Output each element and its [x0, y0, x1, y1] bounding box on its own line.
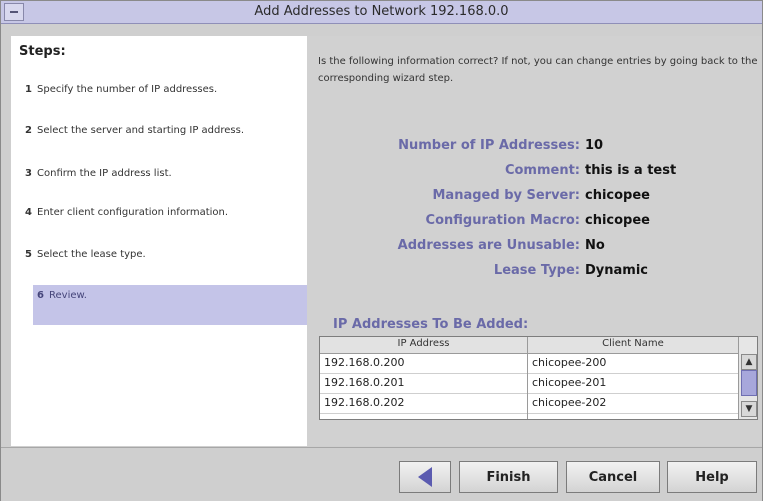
table-row[interactable]: 192.168.0.200 chicopee-200 [320, 354, 738, 374]
window-title: Add Addresses to Network 192.168.0.0 [254, 4, 509, 19]
field-label: Number of IP Addresses: [398, 138, 580, 153]
finish-button[interactable]: Finish [459, 461, 558, 493]
client-cell: chicopee-202 [532, 396, 607, 409]
field-label: Lease Type: [493, 263, 580, 278]
step-label: Select the server and starting IP addres… [37, 125, 245, 136]
step-label: Confirm the IP address list. [37, 168, 172, 179]
ip-cell: 192.168.0.202 [324, 396, 405, 409]
step-label: Review. [49, 290, 87, 301]
steps-panel: Steps: 1 Specify the number of IP addres… [11, 36, 307, 446]
wizard-window: Add Addresses to Network 192.168.0.0 Ste… [0, 0, 763, 501]
cancel-button[interactable]: Cancel [566, 461, 660, 493]
ip-list-heading: IP Addresses To Be Added: [333, 317, 529, 332]
field-value: 10 [585, 138, 604, 153]
step-number: 6 [37, 290, 44, 301]
step-number: 2 [25, 125, 32, 136]
review-row: Configuration Macro: chicopee [307, 213, 762, 233]
ip-cell: 192.168.0.201 [324, 376, 405, 389]
ip-address-table[interactable]: IP Address Client Name 192.168.0.200 chi… [319, 336, 758, 420]
step-label: Specify the number of IP addresses. [37, 84, 218, 95]
review-row: Number of IP Addresses: 10 [307, 138, 762, 158]
scroll-up-icon[interactable]: ▲ [741, 354, 757, 370]
field-label: Configuration Macro: [425, 213, 580, 228]
step-number: 1 [25, 84, 32, 95]
title-bar: Add Addresses to Network 192.168.0.0 [1, 1, 762, 24]
step-label: Enter client configuration information. [37, 207, 229, 218]
column-header-ip[interactable]: IP Address [320, 338, 527, 349]
review-panel: Is the following information correct? If… [307, 36, 762, 446]
review-intro: Is the following information correct? If… [318, 56, 758, 84]
field-label: Addresses are Unusable: [397, 238, 580, 253]
step-number: 4 [25, 207, 32, 218]
table-header: IP Address Client Name [320, 337, 738, 354]
ip-cell: 192.168.0.200 [324, 356, 405, 369]
step-label: Select the lease type. [37, 249, 146, 260]
scroll-thumb[interactable] [741, 370, 757, 396]
steps-heading: Steps: [19, 44, 66, 59]
column-divider [527, 337, 528, 419]
table-row[interactable]: 192.168.0.202 chicopee-202 [320, 394, 738, 414]
field-value: chicopee [585, 188, 650, 203]
table-scrollbar[interactable]: ▲ ▼ [738, 337, 757, 419]
field-value: No [585, 238, 605, 253]
review-row: Managed by Server: chicopee [307, 188, 762, 208]
help-button[interactable]: Help [667, 461, 757, 493]
step-number: 5 [25, 249, 32, 260]
column-header-client[interactable]: Client Name [528, 338, 738, 349]
step-number: 3 [25, 168, 32, 179]
left-arrow-icon [418, 467, 432, 487]
step-6[interactable]: 6 Review. [33, 285, 307, 325]
field-label: Comment: [504, 163, 580, 178]
table-row[interactable]: 192.168.0.201 chicopee-201 [320, 374, 738, 394]
button-bar: Finish Cancel Help [1, 447, 762, 501]
review-row: Comment: this is a test [307, 163, 762, 183]
review-row: Addresses are Unusable: No [307, 238, 762, 258]
back-button[interactable] [399, 461, 451, 493]
scroll-down-icon[interactable]: ▼ [741, 401, 757, 417]
review-row: Lease Type: Dynamic [307, 263, 762, 283]
client-cell: chicopee-200 [532, 356, 607, 369]
client-cell: chicopee-201 [532, 376, 607, 389]
field-label: Managed by Server: [432, 188, 581, 203]
field-value: Dynamic [585, 263, 649, 278]
field-value: this is a test [585, 163, 677, 178]
field-value: chicopee [585, 213, 650, 228]
